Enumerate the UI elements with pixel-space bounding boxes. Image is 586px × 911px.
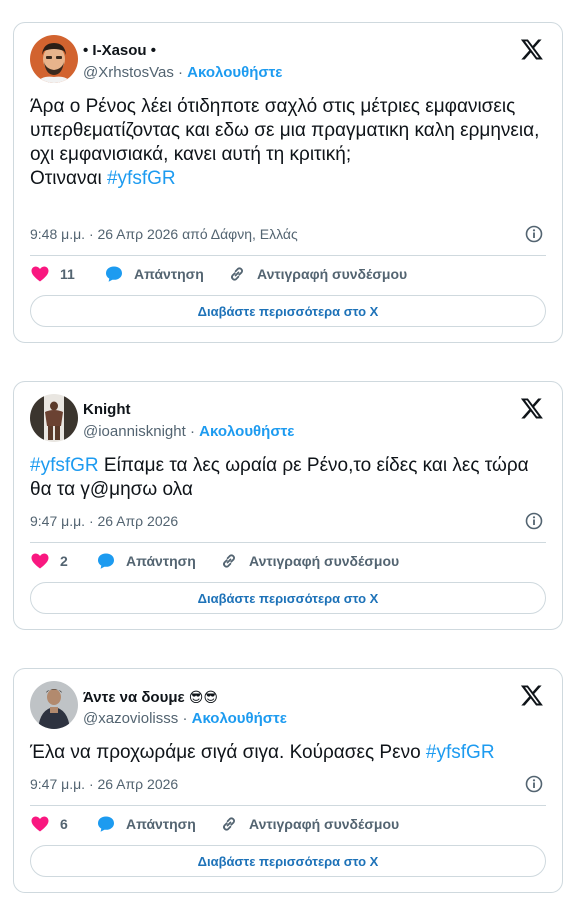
avatar[interactable] xyxy=(30,681,78,729)
copy-link-label: Αντιγραφή συνδέσμου xyxy=(249,816,400,832)
timestamp[interactable]: 9:47 μ.μ. · 26 Απρ 2026 xyxy=(30,776,178,792)
like-button[interactable]: 11 xyxy=(30,263,75,285)
display-name[interactable]: Knight xyxy=(83,400,130,420)
avatar[interactable] xyxy=(30,394,78,442)
separator-dot: · xyxy=(182,710,192,727)
copy-link-label: Αντιγραφή συνδέσμου xyxy=(249,553,400,569)
tweet-body: Έλα να προχωράμε σιγά σιγα. Κούρασες Ρεν… xyxy=(30,742,426,763)
copy-link-button[interactable]: Αντιγραφή συνδέσμου xyxy=(219,813,399,835)
like-button[interactable]: 2 xyxy=(30,550,68,572)
follow-button[interactable]: Ακολουθήστε xyxy=(199,423,294,440)
display-name-text: Άντε να δουμε xyxy=(83,689,185,706)
copy-link-button[interactable]: Αντιγραφή συνδέσμου xyxy=(219,550,399,572)
follow-button[interactable]: Ακολουθήστε xyxy=(187,64,282,81)
tweet-text: #yfsfGR Είπαμε τα λες ωραία ρε Ρένο,το ε… xyxy=(30,454,546,502)
x-logo-icon[interactable] xyxy=(520,37,544,61)
action-bar: 6 Απάντηση Αντιγραφή συνδέσμου xyxy=(30,813,546,835)
read-more-button[interactable]: Διαβάστε περισσότερα στο X xyxy=(30,845,546,877)
reply-label: Απάντηση xyxy=(134,266,204,282)
handle-row: @XrhstosVas · Ακολουθήστε xyxy=(83,63,282,83)
like-button[interactable]: 6 xyxy=(30,813,68,835)
heart-icon xyxy=(31,553,49,569)
info-icon[interactable] xyxy=(524,774,544,794)
handle-row: @ioannisknight · Ακολουθήστε xyxy=(83,422,294,442)
separator-dot: · xyxy=(178,64,188,81)
copy-link-label: Αντιγραφή συνδέσμου xyxy=(257,266,408,282)
info-icon[interactable] xyxy=(524,511,544,531)
info-icon[interactable] xyxy=(524,224,544,244)
reply-label: Απάντηση xyxy=(126,553,196,569)
x-logo-icon[interactable] xyxy=(520,683,544,707)
like-count: 6 xyxy=(60,816,68,832)
divider xyxy=(30,805,546,806)
heart-icon xyxy=(31,816,49,832)
tweet-meta: 9:47 μ.μ. · 26 Απρ 2026 xyxy=(30,774,546,794)
handle[interactable]: @ioannisknight xyxy=(83,423,186,440)
reply-button[interactable]: Απάντηση xyxy=(96,813,196,835)
follow-button[interactable]: Ακολουθήστε xyxy=(192,710,287,727)
read-more-button[interactable]: Διαβάστε περισσότερα στο X xyxy=(30,295,546,327)
tweet-card: • I-Xasou • @XrhstosVas · Ακολουθήστε Άρ… xyxy=(13,22,563,343)
tweet-text: Άρα ο Ρένος λέει ότιδηποτε σαχλό στις μέ… xyxy=(30,95,546,191)
tweet-card: Knight @ioannisknight · Ακολουθήστε #yfs… xyxy=(13,381,563,630)
hashtag-link[interactable]: #yfsfGR xyxy=(426,742,495,763)
separator-dot: · xyxy=(189,423,200,440)
timestamp[interactable]: 9:47 μ.μ. · 26 Απρ 2026 xyxy=(30,513,178,529)
tweet-header: Knight @ioannisknight · Ακολουθήστε xyxy=(30,394,546,444)
tweet-body: Είπαμε τα λες ωραία ρε Ρένο,το είδες και… xyxy=(30,455,534,500)
timestamp[interactable]: 9:48 μ.μ. · 26 Απρ 2026 από Δάφνη, Ελλάς xyxy=(30,226,298,242)
tweet-card: Άντε να δουμε 😎😎 @xazoviolisss · Ακολουθ… xyxy=(13,668,563,893)
action-bar: 2 Απάντηση Αντιγραφή συνδέσμου xyxy=(30,550,546,572)
reply-label: Απάντηση xyxy=(126,816,196,832)
sunglasses-emoji-icon: 😎😎 xyxy=(188,689,218,705)
like-count: 2 xyxy=(60,553,68,569)
handle[interactable]: @xazoviolisss xyxy=(83,710,178,727)
divider xyxy=(30,542,546,543)
heart-icon xyxy=(31,266,49,282)
tweet-header: • I-Xasou • @XrhstosVas · Ακολουθήστε xyxy=(30,35,546,85)
x-logo-icon[interactable] xyxy=(520,396,544,420)
divider xyxy=(30,255,546,256)
display-name[interactable]: Άντε να δουμε 😎😎 xyxy=(83,687,218,708)
hashtag-link[interactable]: #yfsfGR xyxy=(30,455,99,476)
reply-button[interactable]: Απάντηση xyxy=(96,550,196,572)
avatar[interactable] xyxy=(30,35,78,83)
display-name[interactable]: • I-Xasou • xyxy=(83,41,156,61)
read-more-button[interactable]: Διαβάστε περισσότερα στο X xyxy=(30,582,546,614)
copy-link-button[interactable]: Αντιγραφή συνδέσμου xyxy=(227,263,407,285)
reply-button[interactable]: Απάντηση xyxy=(104,263,204,285)
link-icon xyxy=(223,817,235,831)
reply-bubble-icon xyxy=(98,816,114,832)
hashtag-link[interactable]: #yfsfGR xyxy=(107,168,176,189)
like-count: 11 xyxy=(60,266,75,282)
handle-row: @xazoviolisss · Ακολουθήστε xyxy=(83,709,287,729)
action-bar: 11 Απάντηση Αντιγραφή συνδέσμου xyxy=(30,263,546,285)
link-icon xyxy=(231,267,243,281)
tweet-text: Έλα να προχωράμε σιγά σιγα. Κούρασες Ρεν… xyxy=(30,741,546,765)
tweet-meta: 9:48 μ.μ. · 26 Απρ 2026 από Δάφνη, Ελλάς xyxy=(30,224,546,244)
reply-bubble-icon xyxy=(98,553,114,569)
tweet-header: Άντε να δουμε 😎😎 @xazoviolisss · Ακολουθ… xyxy=(30,681,546,731)
tweet-meta: 9:47 μ.μ. · 26 Απρ 2026 xyxy=(30,511,546,531)
reply-bubble-icon xyxy=(106,266,122,282)
link-icon xyxy=(223,554,235,568)
handle[interactable]: @XrhstosVas xyxy=(83,64,174,81)
